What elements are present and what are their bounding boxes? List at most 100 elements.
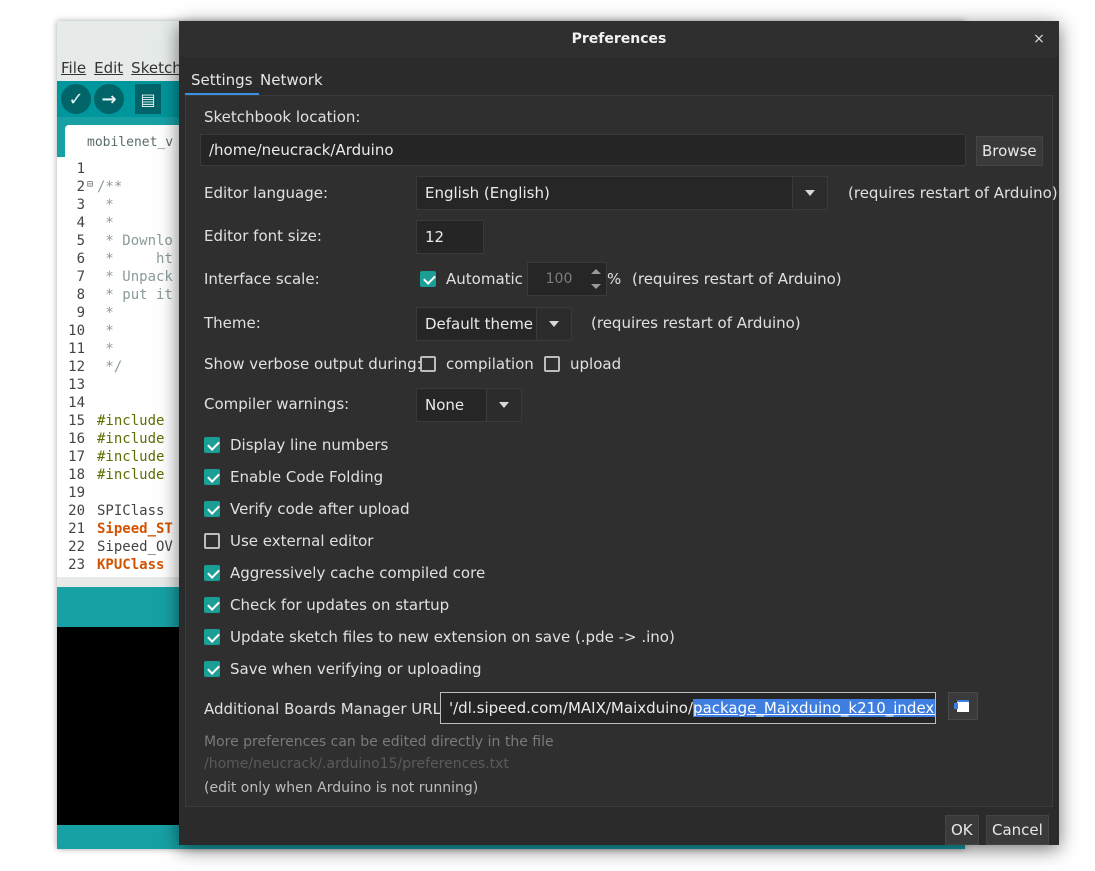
boards-url-selected-text: package_Maixduino_k210_index.json [693, 699, 935, 717]
code-line: KPUClass [97, 557, 165, 573]
code-line: /** [97, 179, 123, 195]
option-checkbox[interactable] [204, 565, 220, 581]
prefs-file-path[interactable]: /home/neucrack/.arduino15/preferences.tx… [204, 756, 509, 772]
line-number: 5 [76, 233, 85, 249]
menu-sketch[interactable]: Sketch [131, 59, 182, 77]
dialog-titlebar[interactable]: Preferences × [179, 21, 1059, 57]
option-checkbox[interactable] [204, 501, 220, 517]
code-line: * [97, 215, 114, 231]
line-number: 9 [76, 305, 85, 321]
code-line: * [97, 305, 114, 321]
line-number: 4 [76, 215, 85, 231]
option-checkbox[interactable] [204, 437, 220, 453]
option-label: Aggressively cache compiled core [230, 564, 486, 582]
line-number: 12 [68, 359, 85, 375]
close-icon[interactable]: × [1027, 27, 1051, 51]
prefs-edit-warning: (edit only when Arduino is not running) [204, 780, 479, 796]
automatic-scale-checkbox[interactable] [420, 271, 436, 287]
language-select[interactable]: English (English) [416, 176, 828, 210]
line-number: 18 [68, 467, 85, 483]
code-line: #include [97, 449, 165, 465]
option-checkbox[interactable] [204, 597, 220, 613]
prefs-hint: More preferences can be edited directly … [204, 734, 554, 750]
tab-network[interactable]: Network [254, 67, 329, 93]
option-label: Use external editor [230, 532, 374, 550]
automatic-scale-label: Automatic [446, 270, 523, 288]
line-number: 20 [68, 503, 85, 519]
spinner-up-icon[interactable] [590, 264, 602, 278]
boards-urls-input[interactable]: '/dl.sipeed.com/MAIX/Maixduino/package_M… [440, 692, 936, 724]
sketchbook-path-input[interactable] [200, 134, 966, 166]
line-number: 1 [76, 161, 85, 177]
language-restart-note: (requires restart of Arduino) [848, 184, 1058, 202]
option-label: Update sketch files to new extension on … [230, 628, 675, 646]
line-number: 19 [68, 485, 85, 501]
option-checkbox[interactable] [204, 629, 220, 645]
tab-settings[interactable]: Settings [185, 67, 259, 95]
line-number: 2 [76, 179, 85, 195]
theme-restart-note: (requires restart of Arduino) [591, 314, 801, 332]
line-number: 11 [68, 341, 85, 357]
option-checkbox[interactable] [204, 469, 220, 485]
line-number: 6 [76, 251, 85, 267]
verbose-upload-checkbox[interactable] [544, 356, 560, 372]
line-number: 8 [76, 287, 85, 303]
browse-button[interactable]: Browse [976, 136, 1043, 166]
code-line: Sipeed_ST [97, 521, 173, 537]
boards-url-text: '/dl.sipeed.com/MAIX/Maixduino/ [449, 699, 694, 717]
line-number: 14 [68, 395, 85, 411]
option-label: Display line numbers [230, 436, 389, 454]
menu-edit[interactable]: Edit [94, 59, 123, 77]
code-line: * ht [97, 251, 173, 267]
spinner-down-icon[interactable] [590, 280, 602, 294]
line-number: 16 [68, 431, 85, 447]
theme-label: Theme: [204, 314, 261, 332]
line-number: 7 [76, 269, 85, 285]
verbose-label: Show verbose output during: [204, 355, 422, 373]
ok-button[interactable]: OK [945, 815, 979, 845]
theme-select[interactable]: Default theme [416, 307, 572, 341]
menu-file[interactable]: File [61, 59, 86, 77]
option-label: Enable Code Folding [230, 468, 384, 486]
option-label: Check for updates on startup [230, 596, 450, 614]
dialog-title: Preferences [571, 31, 667, 47]
boards-urls-label: Additional Boards Manager URLs: [204, 700, 454, 718]
line-number: 3 [76, 197, 85, 213]
interface-scale-label: Interface scale: [204, 270, 320, 288]
scale-spinner[interactable]: 100 [527, 262, 607, 296]
option-checkbox[interactable] [204, 533, 220, 549]
fold-icon[interactable]: ⊟ [87, 179, 93, 190]
verbose-compilation-checkbox[interactable] [420, 356, 436, 372]
scale-unit: % [607, 270, 622, 288]
line-number: 22 [68, 539, 85, 555]
code-line: * Downlo [97, 233, 173, 249]
compiler-warnings-value: None [425, 396, 465, 414]
verify-icon[interactable]: ✓ [61, 84, 91, 114]
compiler-warnings-select[interactable]: None [416, 388, 522, 422]
code-line: * Unpack [97, 269, 173, 285]
line-number: 10 [68, 323, 85, 339]
chevron-down-icon[interactable] [792, 177, 827, 209]
font-size-input[interactable] [416, 220, 484, 254]
settings-panel: Sketchbook location: Browse Editor langu… [185, 95, 1058, 807]
chevron-down-icon[interactable] [536, 308, 571, 340]
language-label: Editor language: [204, 184, 329, 202]
font-size-label: Editor font size: [204, 227, 322, 245]
ide-menubar: File Edit Sketch [57, 55, 191, 81]
cancel-button[interactable]: Cancel [986, 815, 1049, 845]
option-checkbox[interactable] [204, 661, 220, 677]
line-number: 21 [68, 521, 85, 537]
code-line: * [97, 323, 114, 339]
new-sketch-icon[interactable]: ▤ [135, 84, 161, 114]
compiler-warnings-label: Compiler warnings: [204, 395, 350, 413]
code-line: #include [97, 431, 165, 447]
code-line: Sipeed_OV [97, 539, 173, 555]
code-line: */ [97, 359, 123, 375]
chevron-down-icon[interactable] [486, 389, 521, 421]
code-line: * [97, 197, 114, 213]
upload-icon[interactable]: → [94, 84, 124, 114]
edit-urls-window-icon[interactable] [948, 692, 978, 720]
line-number: 17 [68, 449, 85, 465]
code-line: #include [97, 413, 165, 429]
preferences-dialog: Preferences × Settings Network Sketchboo… [179, 21, 1059, 845]
